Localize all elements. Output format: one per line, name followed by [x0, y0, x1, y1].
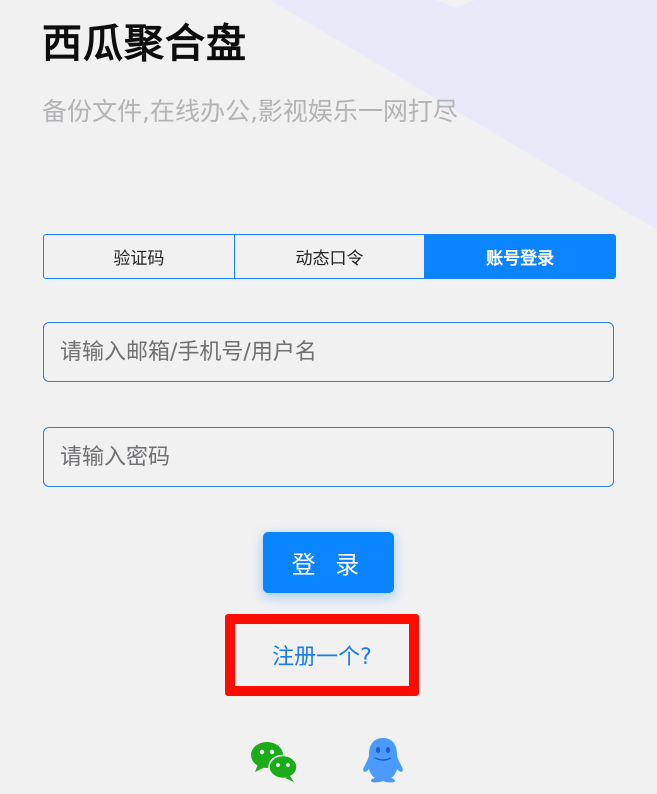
register-highlight-box: 注册一个?	[225, 614, 419, 696]
tab-account-login[interactable]: 账号登录	[424, 235, 615, 278]
register-link[interactable]: 注册一个?	[272, 639, 372, 671]
username-input[interactable]	[43, 322, 614, 382]
qq-icon[interactable]	[360, 736, 406, 784]
page-subtitle: 备份文件,在线办公,影视娱乐一网打尽	[42, 97, 458, 126]
tab-verification-code[interactable]: 验证码	[44, 235, 234, 278]
password-input[interactable]	[43, 427, 614, 487]
wechat-icon[interactable]	[250, 740, 298, 782]
tab-dynamic-password[interactable]: 动态口令	[233, 235, 425, 278]
login-method-tabs: 验证码 动态口令 账号登录	[43, 234, 616, 279]
page-title: 西瓜聚合盘	[42, 21, 247, 67]
login-button[interactable]: 登 录	[263, 532, 394, 593]
